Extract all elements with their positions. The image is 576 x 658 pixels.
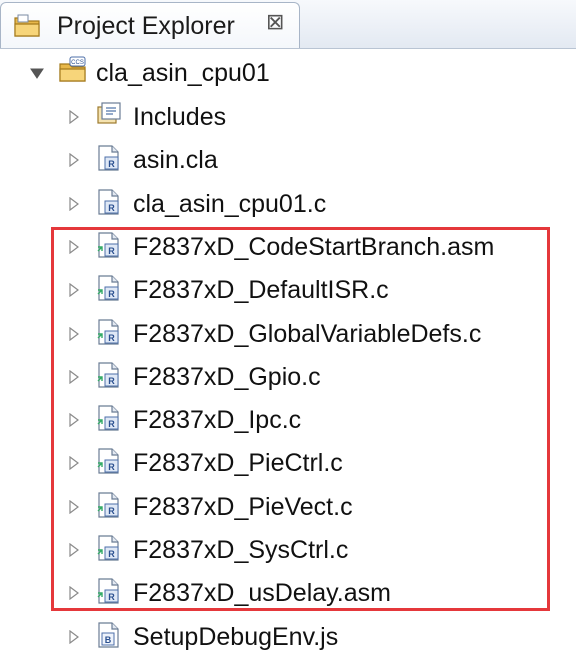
tree-item-label: F2837xD_Gpio.c bbox=[133, 362, 321, 391]
ccs-project-icon: CCS bbox=[58, 56, 86, 84]
svg-text:R: R bbox=[108, 419, 115, 429]
expand-arrow-icon[interactable] bbox=[68, 499, 80, 514]
tree-item-label: cla_asin_cpu01.c bbox=[133, 189, 327, 218]
tree-item-label: asin.cla bbox=[133, 146, 218, 175]
svg-text:R: R bbox=[108, 462, 115, 472]
linked-file-icon: R bbox=[96, 577, 122, 605]
source-file-icon: R bbox=[96, 144, 122, 172]
view-tab-bar: Project Explorer ⊠ bbox=[0, 0, 576, 49]
tree-item[interactable]: R F2837xD_usDelay.asm bbox=[0, 572, 576, 614]
tree-item[interactable]: R F2837xD_PieVect.c bbox=[0, 486, 576, 528]
includes-icon bbox=[96, 101, 122, 129]
svg-text:CCS: CCS bbox=[71, 60, 84, 66]
tree-item[interactable]: R F2837xD_PieCtrl.c bbox=[0, 442, 576, 484]
expand-arrow-icon[interactable] bbox=[68, 456, 80, 471]
linked-file-icon: R bbox=[96, 318, 122, 346]
linked-file-icon: R bbox=[96, 404, 122, 432]
svg-text:R: R bbox=[108, 506, 115, 516]
tree-item[interactable]: R F2837xD_DefaultISR.c bbox=[0, 269, 576, 311]
linked-file-icon: R bbox=[96, 534, 122, 562]
tree-item-label: F2837xD_CodeStartBranch.asm bbox=[133, 232, 495, 261]
folder-icon bbox=[13, 13, 41, 39]
expand-arrow-icon[interactable] bbox=[68, 369, 80, 384]
expand-arrow-icon[interactable] bbox=[68, 283, 80, 298]
tab-project-explorer[interactable]: Project Explorer ⊠ bbox=[0, 2, 300, 48]
expand-arrow-icon[interactable] bbox=[68, 326, 80, 341]
svg-text:R: R bbox=[108, 289, 115, 299]
svg-text:R: R bbox=[108, 159, 115, 169]
linked-file-icon: R bbox=[96, 231, 122, 259]
tree-item-label: SetupDebugEnv.js bbox=[133, 622, 339, 651]
expand-arrow-icon[interactable] bbox=[68, 239, 80, 254]
tree-item[interactable]: R cla_asin_cpu01.c bbox=[0, 183, 576, 225]
tree-item[interactable]: R F2837xD_Ipc.c bbox=[0, 399, 576, 441]
tree-item-label: F2837xD_Ipc.c bbox=[133, 406, 302, 435]
tree-item[interactable]: R F2837xD_GlobalVariableDefs.c bbox=[0, 313, 576, 355]
expand-arrow-icon[interactable] bbox=[68, 629, 80, 644]
svg-text:R: R bbox=[108, 246, 115, 256]
tree-item-label: F2837xD_PieCtrl.c bbox=[133, 449, 343, 478]
tree-item[interactable]: R F2837xD_Gpio.c bbox=[0, 356, 576, 398]
svg-text:R: R bbox=[108, 376, 115, 386]
linked-file-icon: R bbox=[96, 274, 122, 302]
expand-arrow-icon[interactable] bbox=[68, 153, 80, 168]
linked-file-icon: R bbox=[96, 491, 122, 519]
svg-text:R: R bbox=[108, 592, 115, 602]
tree-item-label: F2837xD_DefaultISR.c bbox=[133, 276, 389, 305]
script-file-icon: B bbox=[96, 621, 122, 649]
tree-item-label: F2837xD_GlobalVariableDefs.c bbox=[133, 319, 482, 348]
close-icon[interactable]: ⊠ bbox=[266, 9, 284, 35]
svg-text:B: B bbox=[105, 635, 112, 645]
tree-item[interactable]: Includes bbox=[0, 96, 576, 138]
linked-file-icon: R bbox=[96, 447, 122, 475]
expand-arrow-icon[interactable] bbox=[68, 196, 80, 211]
tree-item-label: Includes bbox=[133, 103, 227, 131]
svg-text:R: R bbox=[108, 549, 115, 559]
expand-arrow-icon[interactable] bbox=[68, 543, 80, 557]
tab-title: Project Explorer bbox=[57, 12, 235, 40]
tree-item-label: F2837xD_SysCtrl.c bbox=[133, 536, 349, 564]
tree-item[interactable]: R asin.cla bbox=[0, 139, 576, 181]
tree-item-label: F2837xD_PieVect.c bbox=[133, 492, 353, 521]
svg-text:R: R bbox=[108, 333, 115, 343]
source-file-icon: R bbox=[96, 188, 122, 216]
svg-text:R: R bbox=[108, 203, 115, 213]
tree-item[interactable]: R F2837xD_CodeStartBranch.asm bbox=[0, 226, 576, 268]
expand-arrow-icon[interactable] bbox=[68, 586, 80, 601]
linked-file-icon: R bbox=[96, 361, 122, 389]
tree-item[interactable]: B SetupDebugEnv.js bbox=[0, 616, 576, 658]
collapse-arrow-icon[interactable] bbox=[30, 67, 44, 81]
expand-arrow-icon[interactable] bbox=[68, 413, 80, 428]
project-name: cla_asin_cpu01 bbox=[96, 59, 270, 87]
tree-item-label: F2837xD_usDelay.asm bbox=[133, 579, 391, 608]
tree-item-project[interactable]: CCS cla_asin_cpu01 bbox=[0, 52, 576, 94]
tree-item[interactable]: R F2837xD_SysCtrl.c bbox=[0, 529, 576, 571]
expand-arrow-icon[interactable] bbox=[68, 110, 80, 124]
